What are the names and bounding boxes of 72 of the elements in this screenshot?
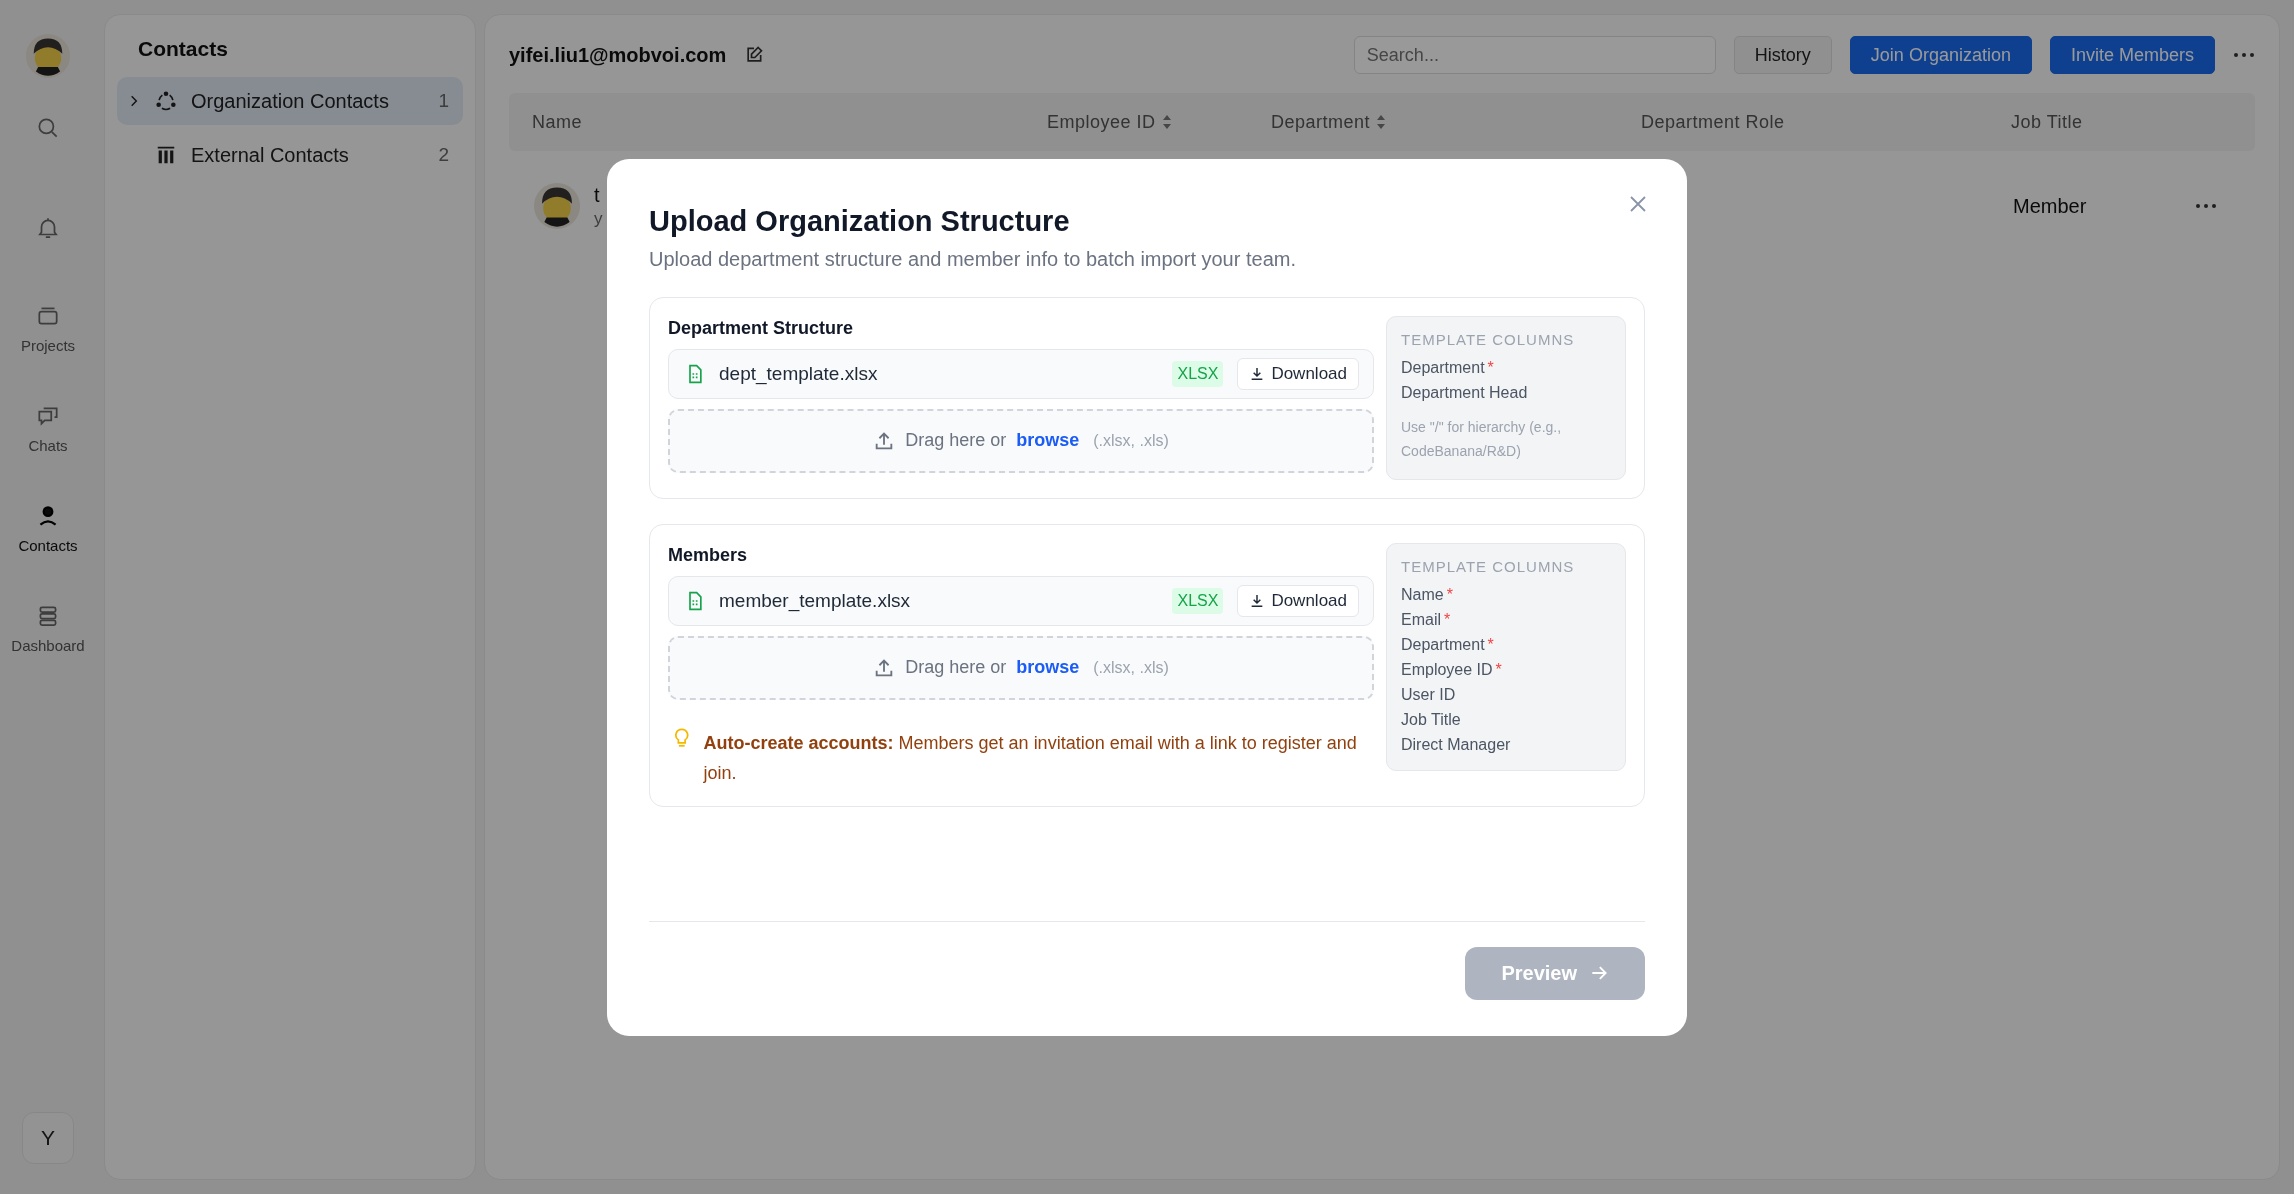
required-mark: * (1487, 358, 1494, 377)
edit-icon[interactable] (744, 45, 765, 65)
file-name: member_template.xlsx (719, 589, 912, 612)
drop-zone[interactable]: Drag here or browse (.xlsx, .xls) (668, 408, 1374, 473)
tip-text: Auto-create accounts: Members get an invitation email with a link to register and join. (703, 731, 1358, 785)
file-name: dept_template.xlsx (719, 362, 879, 385)
column-header: Name (532, 111, 582, 133)
nav-item[interactable]: Projects (3, 278, 93, 378)
drop-zone[interactable]: Drag here or browse (.xlsx, .xls) (668, 635, 1374, 700)
file-type-badge: XLSX (1172, 587, 1224, 614)
contacts-list-item[interactable]: External Contacts 2 (117, 131, 463, 179)
account-email: yifei.liu1@mobvoi.com (509, 43, 727, 67)
required-mark: * (1487, 635, 1494, 654)
column-header[interactable]: Department (1271, 111, 1387, 133)
template-heading: TEMPLATE COLUMNS (1401, 557, 1576, 575)
user-initial-button[interactable]: Y (22, 1112, 74, 1164)
columns-icon (155, 144, 177, 166)
template-heading: TEMPLATE COLUMNS (1401, 330, 1576, 348)
required-mark: * (1444, 610, 1451, 629)
nav-item[interactable]: Contacts (3, 478, 93, 578)
header-button[interactable]: History (1733, 36, 1832, 74)
drop-text: Drag here or (905, 430, 1007, 451)
sort-icon[interactable] (1376, 114, 1387, 130)
item-count: 1 (438, 90, 449, 112)
header-button[interactable]: Join Organization (1849, 36, 2032, 74)
file-types-hint: (.xlsx, .xls) (1093, 431, 1169, 450)
required-mark: * (1446, 585, 1453, 604)
item-label: Organization Contacts (191, 89, 390, 113)
column-name: User ID (1401, 685, 1456, 704)
nav-item[interactable]: Dashboard (3, 578, 93, 678)
nav-item[interactable]: Chats (3, 378, 93, 478)
contacts-list-item[interactable]: Organization Contacts 1 (117, 77, 463, 125)
column-name: Employee ID (1401, 660, 1493, 679)
browse-link[interactable]: browse (1016, 430, 1080, 451)
avatar (534, 183, 580, 229)
item-count: 2 (438, 144, 449, 166)
column-name: Department (1401, 635, 1485, 654)
dialog-subtitle: Upload department structure and member info to batch import your team. (649, 247, 1297, 271)
user-avatar[interactable] (26, 34, 70, 78)
column-header[interactable]: Employee ID (1047, 111, 1172, 133)
column-header: Department Role (1641, 111, 1785, 133)
lightbulb-icon (674, 727, 690, 750)
member-name: t (594, 183, 601, 207)
download-button[interactable]: Download (1237, 357, 1359, 390)
column-name: Direct Manager (1401, 735, 1511, 754)
browse-link[interactable]: browse (1016, 657, 1080, 678)
section-title: Members (668, 544, 749, 566)
column-name: Department Head (1401, 383, 1528, 402)
file-types-hint: (.xlsx, .xls) (1093, 658, 1169, 677)
more-icon[interactable] (2195, 203, 2217, 209)
member-email: y (594, 208, 603, 229)
drop-text: Drag here or (905, 657, 1007, 678)
file-type-badge: XLSX (1172, 360, 1224, 387)
column-name: Name (1401, 585, 1444, 604)
header-button[interactable]: Invite Members (2049, 36, 2215, 74)
dots-ring-icon (155, 90, 177, 112)
column-header: Job Title (2011, 111, 2083, 133)
dialog-title: Upload Organization Structure (649, 204, 1071, 238)
template-note: Use "/" for hierarchy (e.g., CodeBanana/R&D) (1401, 417, 1563, 461)
item-label: External Contacts (191, 143, 350, 167)
section-title: Department Structure (668, 317, 855, 339)
download-button[interactable]: Download (1237, 584, 1359, 617)
column-name: Department (1401, 358, 1485, 377)
required-mark: * (1495, 660, 1502, 679)
column-name: Email (1401, 610, 1441, 629)
search-field[interactable]: Search... (1353, 36, 1716, 74)
panel-title: Contacts (137, 36, 229, 62)
sort-icon[interactable] (1161, 114, 1172, 130)
job-title-cell-text: Member (2013, 194, 2088, 218)
column-name: Job Title (1401, 710, 1461, 729)
close-icon (1629, 194, 1647, 213)
more-icon[interactable] (2233, 52, 2255, 58)
